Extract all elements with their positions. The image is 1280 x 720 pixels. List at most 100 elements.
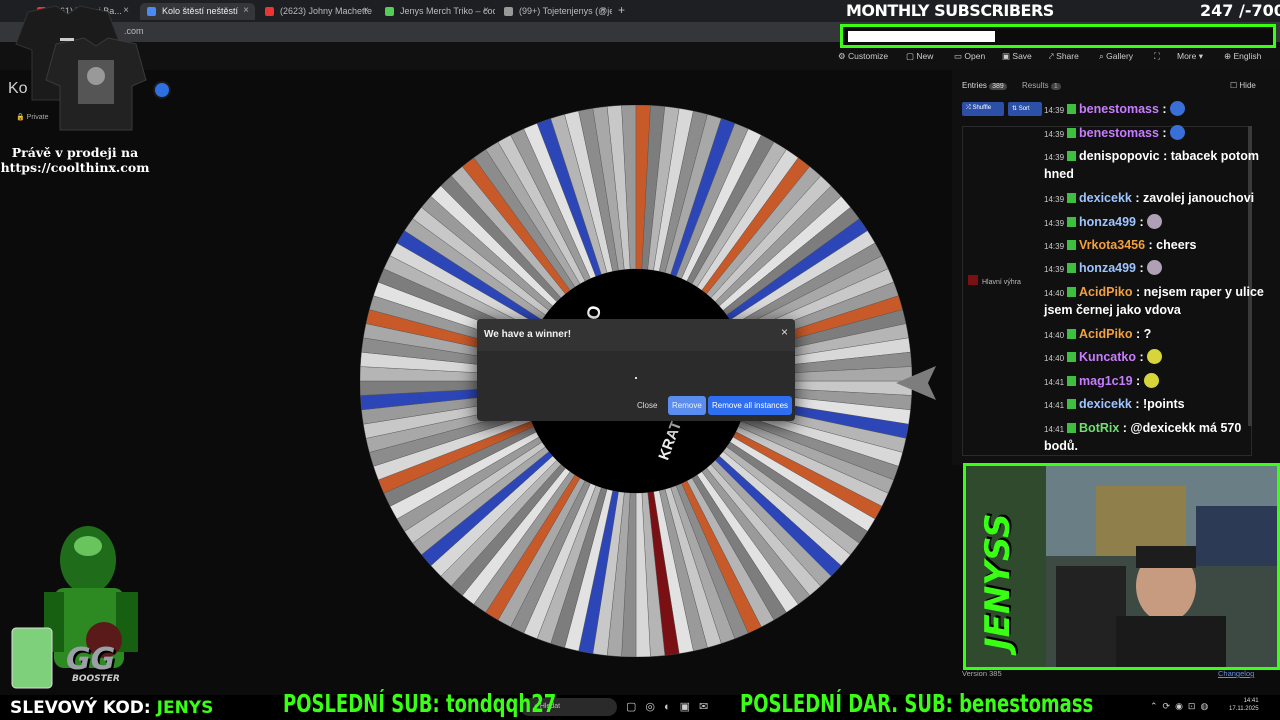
chat-message: 14:39 dexicekk : zavolej janouchovi — [1044, 190, 1266, 208]
chat-message: 14:39 benestomass : — [1044, 101, 1266, 119]
chat-timestamp: 14:41 — [1044, 401, 1065, 410]
close-button[interactable]: Close — [633, 396, 661, 415]
legend-label: Hlavní výhra — [982, 279, 1021, 286]
chat-username[interactable]: AcidPiko — [1079, 285, 1133, 299]
browser-tab-5[interactable]: (99+) Tojetenjenys (@jenysmin)...× — [497, 3, 612, 20]
chat-message: 14:39 denispopovic : tabacek potom hned — [1044, 148, 1266, 182]
merch-line-1: Právě v prodeji na — [11, 145, 139, 160]
chat-username[interactable]: BotRix — [1079, 421, 1119, 435]
remove-button[interactable]: Remove — [668, 396, 706, 415]
shuffle-button[interactable]: ⤮ Shuffle — [962, 102, 1004, 116]
winner-dialog: We have a winner! × Close Remove Remove … — [477, 319, 795, 421]
chat-timestamp: 14:39 — [1044, 130, 1065, 139]
tab-entries[interactable]: Entries 389 — [962, 81, 1007, 90]
verified-badge-icon — [1067, 287, 1077, 297]
taskbar-clock[interactable]: 14:41 17.11.2025 — [1229, 697, 1259, 713]
wheel-pointer-icon — [896, 364, 938, 407]
chat-timestamp: 14:39 — [1044, 195, 1065, 204]
verified-badge-icon — [1067, 399, 1077, 409]
chat-username[interactable]: dexicekk — [1079, 397, 1132, 411]
chat-text: : — [1139, 350, 1148, 364]
chat-username[interactable]: AcidPiko — [1079, 327, 1133, 341]
browser-tab-3[interactable]: (2623) Johny Machette - So Zlt...× — [258, 3, 375, 20]
emote-icon — [1147, 214, 1163, 229]
close-tab-icon[interactable]: × — [243, 5, 249, 16]
chat-message: 14:40 AcidPiko : ? — [1044, 326, 1266, 344]
chat-timestamp: 14:40 — [1044, 354, 1065, 363]
new-tab-icon[interactable]: + — [618, 3, 625, 17]
discount-text: SLEVOVÝ KOD: JENYS — [10, 698, 214, 718]
chat-text: : — [1162, 102, 1171, 116]
chat-timestamp: 14:39 — [1044, 242, 1065, 251]
verified-badge-icon — [1067, 193, 1077, 203]
browser-tab-bar: (261) Vyhraj Ba...× Kolo štěstí neštěstí… — [0, 0, 1280, 22]
last-gift-sub-text: POSLEDNÍ DAR. SUB: benestomass — [740, 689, 1094, 718]
chat-username[interactable]: denispopovic — [1079, 149, 1160, 163]
chat-username[interactable]: benestomass — [1079, 126, 1159, 140]
subs-label: MONTHLY SUBSCRIBERS — [846, 1, 1054, 20]
close-tab-icon[interactable]: × — [363, 5, 369, 16]
edit-icon[interactable] — [153, 81, 171, 99]
verified-badge-icon — [1067, 217, 1077, 227]
language-button[interactable]: ⊕ English — [1224, 51, 1261, 62]
system-tray-icons[interactable]: ⌃⟳◉⊡◍ — [1150, 701, 1213, 712]
last-sub-text: POSLEDNÍ SUB: tondqqh27 — [283, 689, 557, 718]
sort-button[interactable]: ⇅ Sort — [1008, 102, 1042, 116]
taskbar-app-icons[interactable]: ▢◎◐▣✉ — [626, 700, 717, 713]
tab-results[interactable]: Results 1 — [1022, 81, 1061, 90]
streamer-name: JENYSS — [978, 513, 1018, 650]
chat-message: 14:41 BotRix : @dexicekk má 570 bodů. — [1044, 420, 1266, 454]
verified-badge-icon — [1067, 423, 1077, 433]
gallery-button[interactable]: ⌕ Gallery — [1099, 51, 1133, 62]
emote-icon — [1147, 349, 1163, 364]
winner-name-dot — [635, 377, 637, 379]
chat-username[interactable]: honza499 — [1079, 215, 1136, 229]
chat-username[interactable]: Kuncatko — [1079, 350, 1136, 364]
version-label: Version 385 — [962, 669, 1002, 678]
chat-text: : cheers — [1148, 238, 1197, 252]
chat-text: : — [1139, 261, 1148, 275]
chat-username[interactable]: honza499 — [1079, 261, 1136, 275]
chat-message: 14:39 Vrkota3456 : cheers — [1044, 237, 1266, 255]
subs-current: 247 — [1200, 1, 1234, 20]
chat-text: : zavolej janouchovi — [1135, 191, 1255, 205]
chat-username[interactable]: mag1c19 — [1079, 374, 1133, 388]
verified-badge-icon — [1067, 329, 1077, 339]
chat-username[interactable]: Vrkota3456 — [1079, 238, 1145, 252]
dialog-title: We have a winner! — [477, 319, 795, 351]
chat-timestamp: 14:39 — [1044, 106, 1065, 115]
merch-tshirt-image — [8, 4, 148, 132]
youtube-icon — [265, 7, 274, 16]
chat-timestamp: 14:39 — [1044, 265, 1065, 274]
chat-text: : !points — [1135, 397, 1185, 411]
emote-icon — [1143, 373, 1159, 388]
new-button[interactable]: ▢ New — [906, 51, 933, 62]
customize-button[interactable]: ⚙ Customize — [838, 51, 888, 62]
emote-icon — [1170, 125, 1186, 140]
chat-message: 14:39 benestomass : — [1044, 125, 1266, 143]
remove-all-button[interactable]: Remove all instances — [708, 396, 793, 415]
changelog-link[interactable]: Changelog — [1218, 669, 1254, 678]
hide-checkbox[interactable]: ☐ Hide — [1230, 81, 1256, 90]
chat-text: : — [1162, 126, 1171, 140]
save-button[interactable]: ▣ Save — [1002, 51, 1032, 62]
verified-badge-icon — [1067, 263, 1077, 273]
chat-text: : — [1139, 215, 1148, 229]
more-button[interactable]: More ▾ — [1177, 51, 1203, 62]
share-button[interactable]: ⤤ Share — [1049, 51, 1079, 62]
tiktok-icon — [504, 7, 513, 16]
subs-count: 247 /-700 — [1200, 1, 1280, 20]
chat-message: 14:40 AcidPiko : nejsem raper y ulice jse… — [1044, 284, 1266, 318]
browser-tab-2[interactable]: Kolo štěstí neštěstí × — [140, 3, 255, 20]
browser-tab-4[interactable]: Jenys Merch Triko – coolthinx× — [378, 3, 495, 20]
close-tab-icon[interactable]: × — [483, 5, 489, 16]
chat-timestamp: 14:41 — [1044, 378, 1065, 387]
close-tab-icon[interactable]: × — [600, 5, 606, 16]
fullscreen-icon[interactable]: ⛶ — [1154, 51, 1160, 62]
chat-username[interactable]: benestomass — [1079, 102, 1159, 116]
chat-username[interactable]: dexicekk — [1079, 191, 1132, 205]
subs-progress-bar — [840, 24, 1276, 48]
booster-logo: GG — [66, 642, 116, 677]
open-button[interactable]: ▭ Open — [954, 51, 985, 62]
close-icon[interactable]: × — [781, 325, 788, 339]
